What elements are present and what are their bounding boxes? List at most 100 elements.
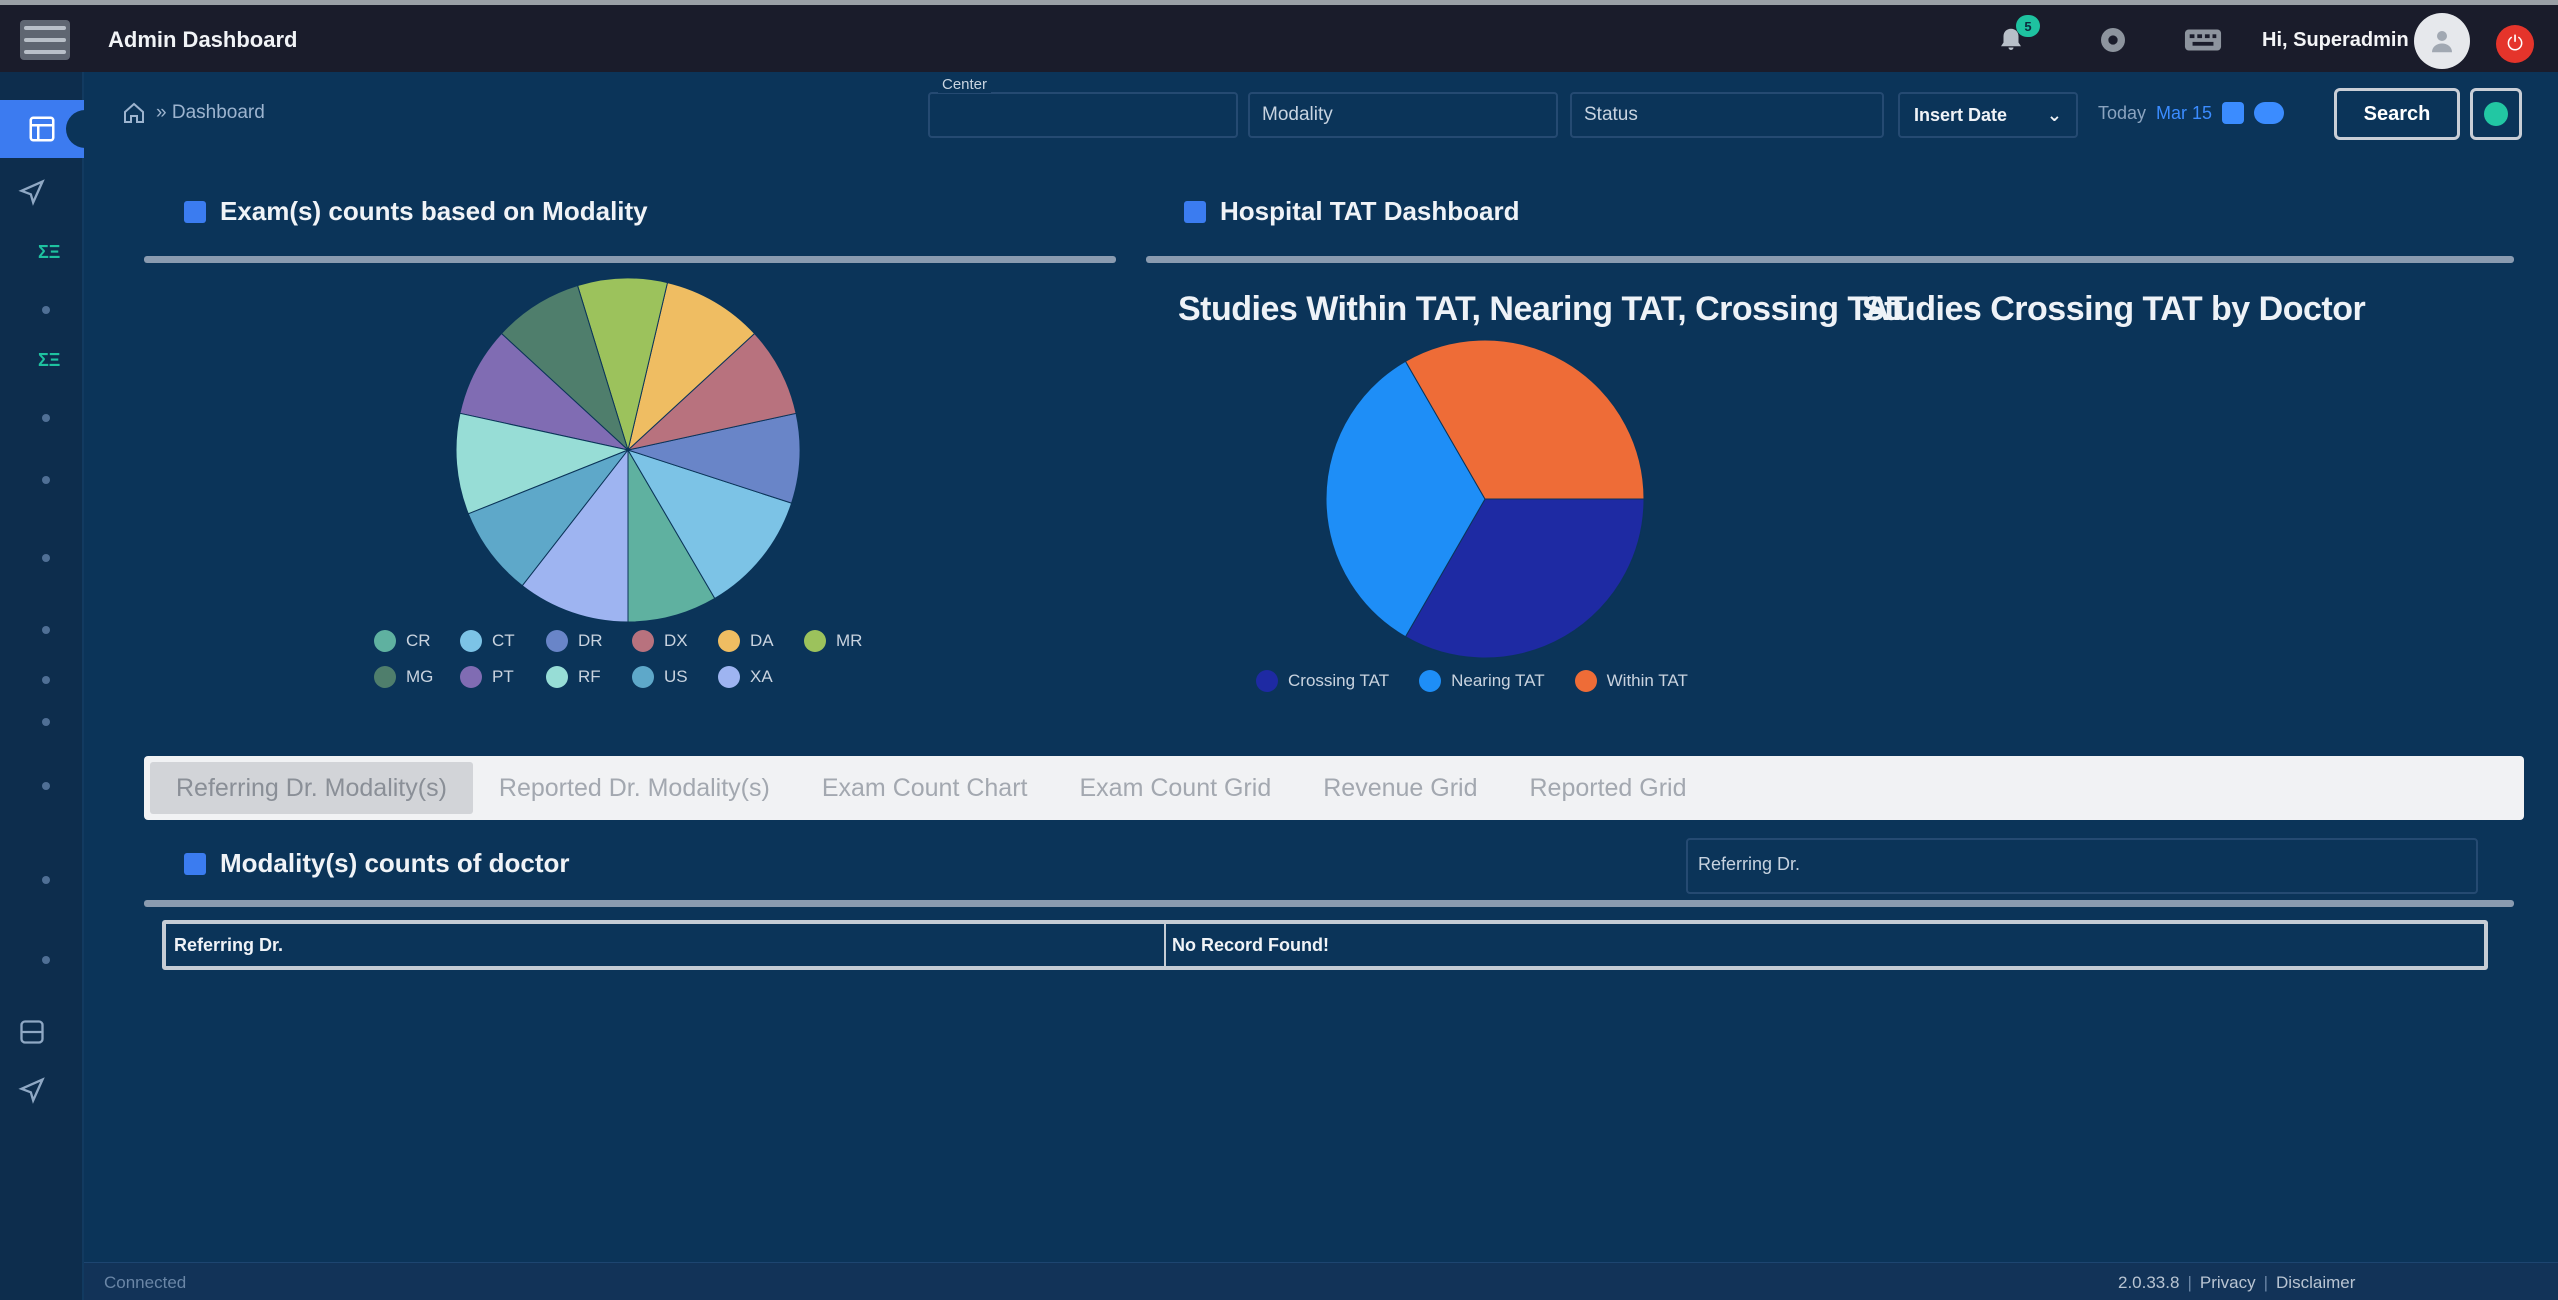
connection-status: Connected [104,1273,187,1292]
chart-icon [184,200,206,223]
sidebar-dot[interactable] [42,306,50,314]
tab-revenue-grid[interactable]: Revenue Grid [1297,756,1503,820]
legend-label: Within TAT [1606,671,1688,690]
sidebar-dot[interactable] [42,414,50,422]
sidebar-item-short-a[interactable]: ΣΞ [38,242,60,263]
sidebar-dot[interactable] [42,554,50,562]
calendar-icon[interactable] [2222,102,2245,124]
sidebar-dot[interactable] [42,956,50,964]
legend-item[interactable]: Within TAT [1574,670,1688,692]
legend-item[interactable]: Crossing TAT [1256,670,1389,692]
legend-item[interactable]: RF [546,666,632,688]
doctor-tat-title: Studies Crossing TAT by Doctor [1862,290,2366,328]
modality-doctor-header: Modality(s) counts of doctor [184,848,570,879]
disclaimer-link[interactable]: Disclaimer [2276,1273,2355,1293]
app-title: Admin Dashboard [108,27,298,52]
footer: Connected 2.0.33.8 | Privacy | Disclaime… [84,1262,2558,1300]
legend-label: DA [750,631,774,650]
legend-swatch [804,630,826,652]
center-filter[interactable] [928,92,1238,138]
home-icon [124,102,144,123]
date-type-select[interactable]: Insert Date ⌄ [1898,92,2078,138]
legend-label: MR [836,631,863,650]
legend-item[interactable]: US [632,666,718,688]
user-greeting: Hi, Superadmin [2262,29,2409,51]
legend-swatch [374,666,396,688]
legend-item[interactable]: MR [804,630,890,652]
legend-item[interactable]: DX [632,630,718,652]
sidebar-item-short-b[interactable]: ΣΞ [38,350,60,371]
legend-swatch [1574,670,1597,692]
grid-header-referring[interactable]: Referring Dr. [166,924,1166,966]
avatar[interactable] [2414,13,2470,69]
legend-label: US [664,667,688,686]
sidebar-dot[interactable] [42,476,50,484]
tab-exam-count-grid[interactable]: Exam Count Grid [1053,756,1297,820]
legend-item[interactable]: DA [718,630,804,652]
tab-reported-grid[interactable]: Reported Grid [1503,756,1712,820]
legend-swatch [374,630,396,652]
legend-item[interactable]: PT [460,666,546,688]
legend-item[interactable]: CR [374,630,460,652]
sidebar-dot[interactable] [42,718,50,726]
bell-icon[interactable]: 5 [1992,15,2040,59]
center-filter-caption: Center [938,76,992,93]
power-icon[interactable]: ⏻ [2496,25,2534,63]
chart-icon [184,852,206,875]
legend-label: XA [750,667,773,686]
privacy-link[interactable]: Privacy [2200,1273,2256,1293]
modality-pie-chart [455,277,801,623]
section-divider [1146,256,2514,263]
legend-item[interactable]: XA [718,666,804,688]
tab-referring-dr-modality-s[interactable]: Referring Dr. Modality(s) [150,762,473,814]
sidebar-dot[interactable] [42,626,50,634]
sidebar-dot[interactable] [42,782,50,790]
exam-counts-header: Exam(s) counts based on Modality [184,196,648,227]
chevron-down-icon: ⌄ [2046,104,2062,125]
sidebar-item-dashboard[interactable] [0,100,86,158]
toggle-icon[interactable] [2254,102,2285,124]
hamburger-icon[interactable] [20,20,70,60]
hospital-tat-header: Hospital TAT Dashboard [1184,196,1520,227]
search-button[interactable]: Search [2334,88,2460,140]
sidebar-dot[interactable] [42,876,50,884]
today-label: Today [2098,102,2147,123]
legend-item[interactable]: Nearing TAT [1419,670,1545,692]
sidebar-dot[interactable] [42,676,50,684]
legend-swatch [460,630,482,652]
legend-item[interactable]: CT [460,630,546,652]
legend-item[interactable]: DR [546,630,632,652]
legend-label: RF [578,667,601,686]
modality-legend: CR CT DR DX DA MR MG PT RF US XA [374,630,894,688]
legend-label: DX [664,631,688,650]
dashboard-icon [29,116,55,142]
breadcrumb[interactable]: » Dashboard [122,101,265,125]
status-filter[interactable]: Status [1570,92,1884,138]
send-icon[interactable] [0,1076,64,1104]
date-picker[interactable]: Today Mar 15 [2098,102,2285,124]
gear-icon[interactable] [2094,21,2132,59]
footer-links: 2.0.33.8 | Privacy | Disclaimer [2118,1273,2356,1293]
tab-exam-count-chart[interactable]: Exam Count Chart [796,756,1054,820]
keyboard-icon[interactable] [2184,21,2222,59]
exam-counts-title: Exam(s) counts based on Modality [220,196,648,226]
section-divider [144,900,2514,907]
legend-swatch [546,630,568,652]
legend-label: Crossing TAT [1288,671,1390,690]
tat-pie-chart [1325,339,1645,659]
send-icon[interactable] [0,178,64,206]
tab-reported-dr-modality-s[interactable]: Reported Dr. Modality(s) [473,756,796,820]
refresh-button[interactable] [2470,88,2522,140]
sidebar: ΣΞ ΣΞ [0,72,86,1300]
grid-icon[interactable] [0,1018,64,1046]
date-type-value: Insert Date [1914,104,2008,125]
modality-doctor-title: Modality(s) counts of doctor [220,848,570,878]
legend-label: CT [492,631,515,650]
hospital-tat-title: Hospital TAT Dashboard [1220,196,1520,226]
referring-dr-filter[interactable]: Referring Dr. [1686,838,2478,894]
legend-item[interactable]: MG [374,666,460,688]
tat-pie-title: Studies Within TAT, Nearing TAT, Crossin… [1178,290,1907,328]
modality-filter[interactable]: Modality [1248,92,1558,138]
legend-swatch [718,666,740,688]
legend-label: MG [406,667,434,686]
